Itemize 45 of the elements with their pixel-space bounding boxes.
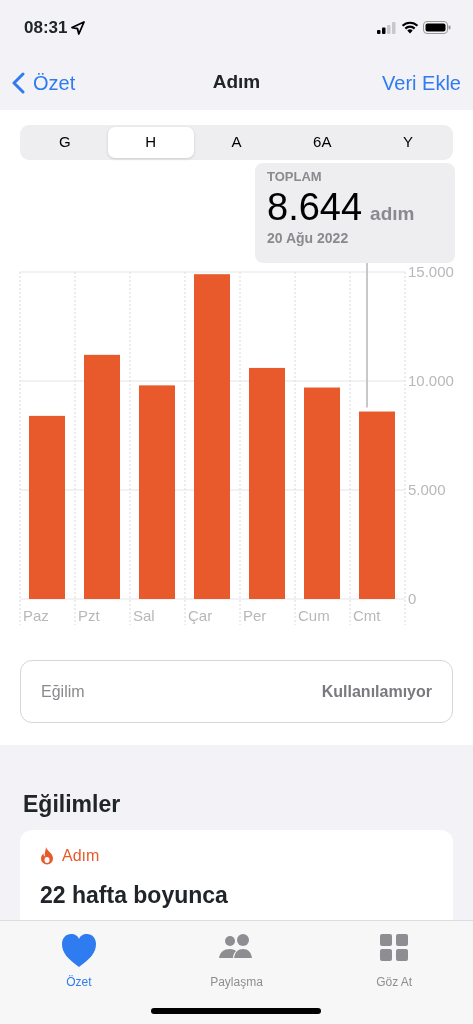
signal-icon bbox=[377, 21, 397, 34]
flame-icon bbox=[40, 846, 54, 865]
location-arrow-icon bbox=[71, 20, 86, 35]
period-tab[interactable]: 6A bbox=[279, 127, 366, 158]
axis-label: Cum bbox=[298, 607, 330, 624]
trend-text: 22 hafta boyunca bbox=[40, 880, 229, 910]
date-label: 20 Ağu 2022 bbox=[267, 229, 350, 249]
bar[interactable] bbox=[139, 385, 175, 599]
metric-label: Adım bbox=[62, 845, 100, 866]
period-tab[interactable]: A bbox=[193, 127, 280, 158]
add-data-button[interactable]: Veri Ekle bbox=[382, 67, 461, 98]
period-tab[interactable]: G bbox=[22, 127, 108, 158]
bar[interactable] bbox=[249, 367, 285, 599]
bar[interactable] bbox=[29, 415, 65, 599]
axis-label: 10.000 bbox=[408, 372, 454, 389]
axis-label: 0 bbox=[408, 590, 417, 607]
battery-icon bbox=[423, 21, 451, 34]
axis-label: 15.000 bbox=[408, 263, 454, 280]
section-heading: Eğilimler bbox=[23, 790, 122, 819]
axis-label: Cmt bbox=[353, 607, 381, 624]
summary-caption: TOPLAM bbox=[267, 168, 323, 186]
bar[interactable] bbox=[84, 354, 120, 599]
period-tab[interactable]: H bbox=[107, 127, 194, 158]
axis-label: Sal bbox=[133, 607, 155, 624]
axis-label: Per bbox=[243, 607, 267, 624]
bar[interactable] bbox=[359, 411, 395, 599]
back-button[interactable]: Özet bbox=[12, 67, 76, 98]
status-time: 08:31 bbox=[24, 16, 68, 39]
bar[interactable] bbox=[304, 387, 340, 599]
bar[interactable] bbox=[194, 274, 230, 599]
period-tab[interactable]: Y bbox=[365, 127, 451, 158]
trend-label: Eğilim bbox=[41, 681, 85, 702]
tab-bar-item[interactable]: Özet bbox=[18, 921, 139, 992]
trend-card[interactable]: Adım 22 hafta boyunca bbox=[20, 829, 453, 920]
axis-label: Pzt bbox=[78, 607, 100, 624]
axis-label: Paz bbox=[23, 607, 49, 624]
trend-value: Kullanılamıyor bbox=[321, 681, 432, 702]
axis-label: 5.000 bbox=[408, 481, 446, 498]
heart-icon bbox=[59, 931, 98, 969]
unit-label: adım bbox=[370, 201, 415, 226]
wifi-icon bbox=[401, 21, 419, 34]
chevron-left-icon bbox=[12, 71, 25, 94]
page-title: Adım bbox=[212, 70, 261, 95]
axis-label: Çar bbox=[188, 607, 213, 624]
total-value: 8.644 bbox=[267, 186, 363, 229]
